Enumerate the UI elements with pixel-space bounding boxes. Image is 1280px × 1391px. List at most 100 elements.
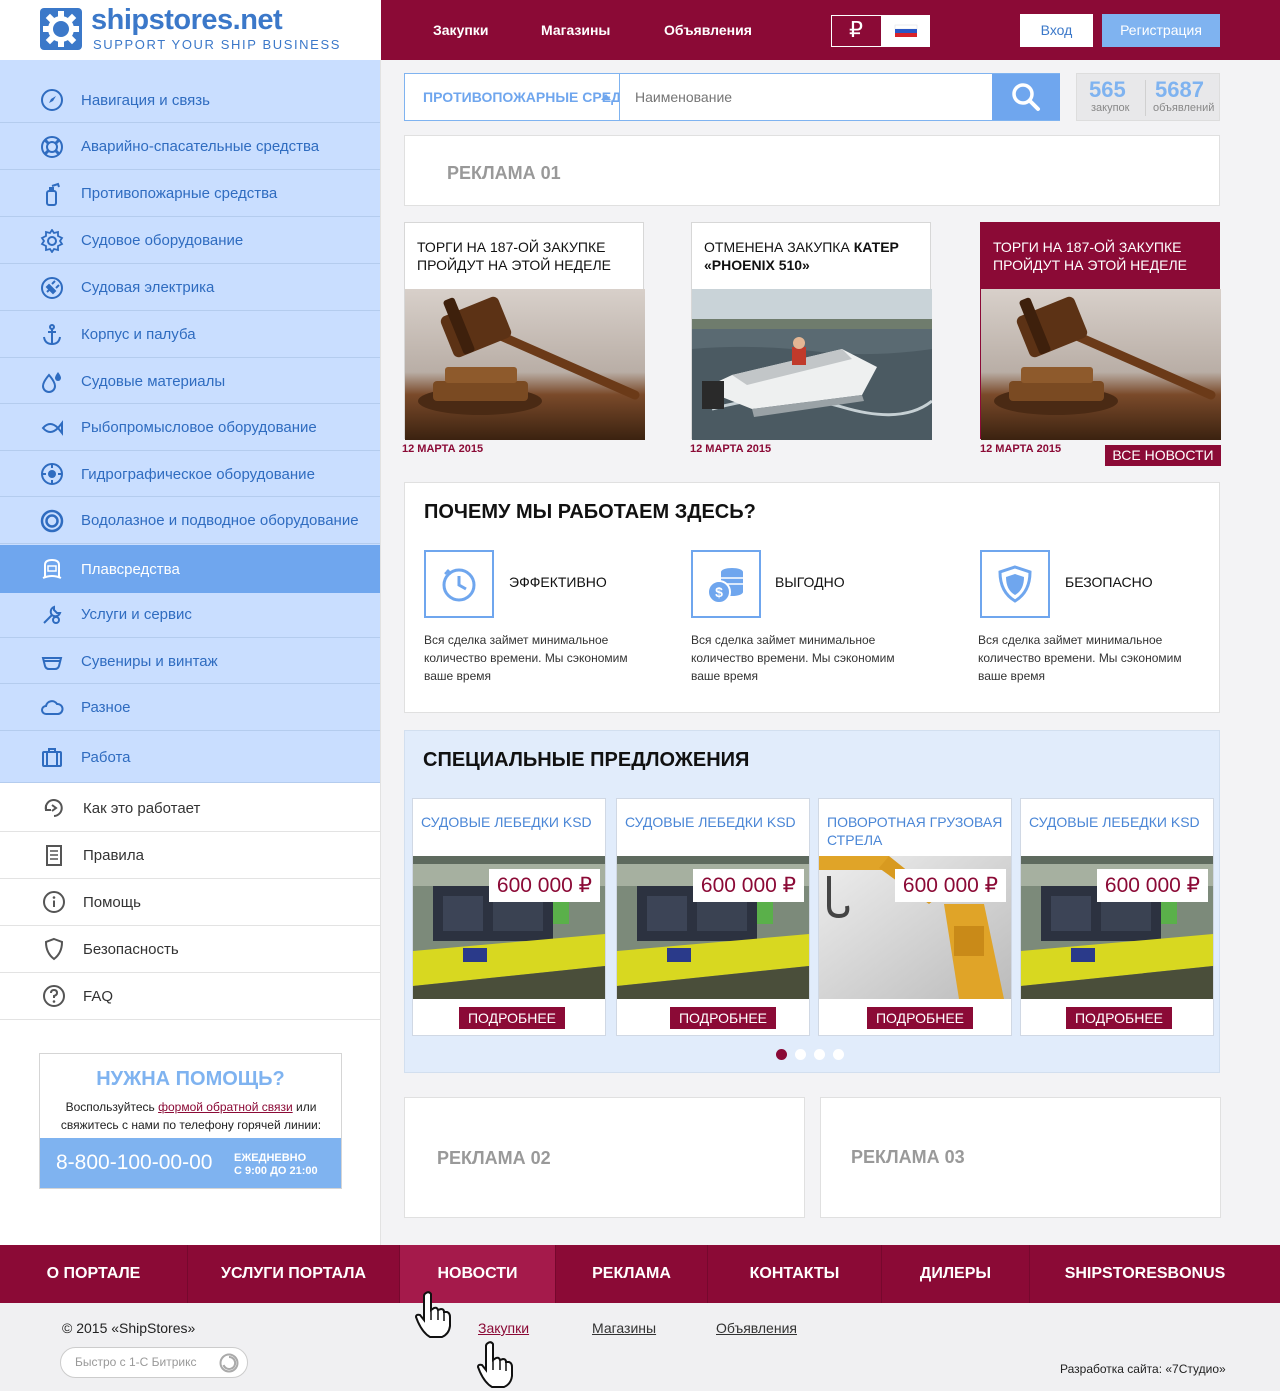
ad-label-2: РЕКЛАМА 02 (437, 1148, 551, 1168)
footer-nav-services[interactable]: УСЛУГИ ПОРТАЛА (188, 1245, 400, 1303)
sidebar-item-12[interactable]: Сувениры и винтаж (0, 639, 380, 684)
topnav-shops[interactable]: Магазины (541, 22, 610, 38)
product-card[interactable]: СУДОВЫЕ ЛЕБЕДКИ KSD 600 000 ₽ ПОДРОБНЕЕ (1020, 798, 1214, 1036)
sidebar-item-2[interactable]: Противопожарные средства (0, 171, 380, 217)
footer-nav-bonus[interactable]: SHIPSTORESBONUS (1030, 1245, 1260, 1303)
hotline-hours: ЕЖЕДНЕВНО С 9:00 ДО 21:00 (234, 1152, 318, 1178)
clock-icon (424, 550, 494, 618)
currency-ruble-button[interactable]: ₽ (831, 15, 881, 47)
hours-line-1: ЕЖЕДНЕВНО (234, 1152, 307, 1164)
sidebar-link-3[interactable]: Безопасность (0, 926, 380, 973)
product-card[interactable]: СУДОВЫЕ ЛЕБЕДКИ KSD 600 000 ₽ ПОДРОБНЕЕ (412, 798, 606, 1036)
search-input[interactable] (621, 74, 991, 120)
carousel-dot-4[interactable] (833, 1049, 844, 1060)
sidebar-item-9[interactable]: Водолазное и подводное оборудование (0, 498, 380, 544)
sidebar-item-10[interactable]: Плавсредства (0, 545, 380, 593)
product-details-button[interactable]: ПОДРОБНЕЕ (670, 1007, 776, 1029)
shield-icon (980, 550, 1050, 618)
gavel-image (981, 289, 1221, 440)
footer-link-purchases[interactable]: Закупки (478, 1320, 529, 1336)
sidebar-link-label: Помощь (83, 893, 141, 911)
footer-nav-advertising[interactable]: РЕКЛАМА (556, 1245, 708, 1303)
topnav-ads[interactable]: Объявления (664, 22, 752, 38)
sidebar-link-0[interactable]: Как это работает (0, 785, 380, 832)
footer-nav-about[interactable]: О ПОРТАЛЕ (0, 1245, 188, 1303)
product-details-button[interactable]: ПОДРОБНЕЕ (1066, 1007, 1172, 1029)
sidebar-item-label: Судовые материалы (81, 372, 226, 390)
plug-icon (40, 276, 64, 300)
search-category-select[interactable]: ПРОТИВОПОЖАРНЫЕ СРЕДСТВА (405, 74, 620, 120)
why-label-profitable: ВЫГОДНО (775, 574, 845, 590)
product-details-button[interactable]: ПОДРОБНЕЕ (459, 1007, 565, 1029)
sidebar-item-5[interactable]: Корпус и палуба (0, 312, 380, 358)
logo-tagline: SUPPORT YOUR SHIP BUSINESS (93, 37, 341, 52)
ad-banner-3[interactable]: РЕКЛАМА 03 (820, 1097, 1221, 1218)
footer-nav-dealers[interactable]: ДИЛЕРЫ (882, 1245, 1030, 1303)
register-button[interactable]: Регистрация (1102, 14, 1220, 47)
search-button[interactable] (992, 74, 1060, 120)
product-details-button[interactable]: ПОДРОБНЕЕ (867, 1007, 973, 1029)
product-card[interactable]: СУДОВЫЕ ЛЕБЕДКИ KSD 600 000 ₽ ПОДРОБНЕЕ (616, 798, 810, 1036)
cycle-icon (42, 796, 66, 820)
russia-flag-icon[interactable] (881, 15, 930, 47)
carousel-dot-3[interactable] (814, 1049, 825, 1060)
sidebar-item-13[interactable]: Разное (0, 685, 380, 731)
fish-icon (40, 416, 64, 440)
product-title[interactable]: СУДОВЫЕ ЛЕБЕДКИ KSD (421, 813, 601, 831)
sidebar-link-1[interactable]: Правила (0, 832, 380, 879)
sidebar-item-8[interactable]: Гидрографическое оборудование (0, 452, 380, 497)
footer-nav-contacts[interactable]: КОНТАКТЫ (708, 1245, 882, 1303)
sidebar-item-label: Работа (81, 748, 131, 766)
ad-banner-2[interactable]: РЕКЛАМА 02 (404, 1097, 805, 1218)
sidebar-link-label: FAQ (83, 987, 114, 1005)
sidebar-item-label: Аварийно-спасательные средства (81, 138, 320, 155)
feedback-form-link[interactable]: формой обратной связи (158, 1100, 293, 1114)
sidebar-item-1[interactable]: Аварийно-спасательные средства (0, 124, 380, 170)
ad-label-3: РЕКЛАМА 03 (851, 1147, 965, 1167)
footer-link-shops[interactable]: Магазины (592, 1320, 656, 1336)
topnav-purchases[interactable]: Закупки (433, 22, 488, 38)
search-bar: ПРОТИВОПОЖАРНЫЕ СРЕДСТВА (404, 73, 1060, 121)
product-title[interactable]: СУДОВЫЕ ЛЕБЕДКИ KSD (625, 813, 805, 831)
news-card-1[interactable]: ТОРГИ НА 187-ОЙ ЗАКУПКЕ ПРОЙДУТ НА ЭТОЙ … (404, 222, 645, 440)
caret-up-icon[interactable] (601, 94, 611, 100)
product-title[interactable]: ПОВОРОТНАЯ ГРУЗОВАЯ СТРЕЛА (827, 813, 1007, 849)
logo-area[interactable]: shipstores.net SUPPORT YOUR SHIP BUSINES… (0, 0, 381, 60)
login-button[interactable]: Вход (1020, 14, 1093, 47)
ad-banner-1[interactable]: РЕКЛАМА 01 (404, 135, 1220, 206)
bitrix-badge[interactable]: Быстро с 1-С Битрикс (60, 1347, 248, 1378)
footer-link-ads[interactable]: Объявления (716, 1320, 797, 1336)
gavel-image (405, 289, 645, 440)
product-price: 600 000 ₽ (1096, 869, 1208, 902)
compass-icon (40, 88, 64, 112)
sidebar-item-3[interactable]: Судовое оборудование (0, 218, 380, 264)
sidebar-item-label: Сувениры и винтаж (81, 652, 218, 670)
sidebar-item-label: Услуги и сервис (81, 606, 192, 623)
sidebar-link-2[interactable]: Помощь (0, 879, 380, 926)
help-text-before: Воспользуйтесь (65, 1100, 159, 1114)
hotline-phone[interactable]: 8-800-100-00-00 (56, 1151, 212, 1175)
product-title[interactable]: СУДОВЫЕ ЛЕБЕДКИ KSD (1029, 813, 1209, 831)
cloud-icon (40, 696, 64, 720)
sidebar-item-4[interactable]: Судовая электрика (0, 265, 380, 311)
all-news-button[interactable]: ВСЕ НОВОСТИ (1105, 445, 1221, 466)
sidebar-item-11[interactable]: Услуги и сервис (0, 592, 380, 638)
sidebar-item-label: Водолазное и подводное оборудование (81, 512, 359, 529)
sidebar-item-0[interactable]: Навигация и связь (0, 78, 380, 123)
news-card-3-highlighted[interactable]: ТОРГИ НА 187-ОЙ ЗАКУПКЕ ПРОЙДУТ НА ЭТОЙ … (980, 222, 1221, 440)
sidebar-item-label: Судовая электрика (81, 279, 215, 296)
lifebuoy-icon (40, 135, 64, 159)
sidebar-item-label: Навигация и связь (81, 91, 210, 109)
sidebar-item-7[interactable]: Рыбопромысловое оборудование (0, 405, 380, 451)
carousel-dot-2[interactable] (795, 1049, 806, 1060)
logo-gear-icon (40, 8, 82, 50)
news-card-2[interactable]: ОТМЕНЕНА ЗАКУПКА КАТЕР «PHOENIX 510» (691, 222, 932, 440)
wrench-icon (40, 603, 64, 627)
motorboat-image (692, 289, 932, 440)
search-icon (1012, 83, 1040, 111)
product-card[interactable]: ПОВОРОТНАЯ ГРУЗОВАЯ СТРЕЛА 600 000 ₽ ПОД… (818, 798, 1012, 1036)
sidebar-item-6[interactable]: Судовые материалы (0, 359, 380, 404)
sidebar-item-14[interactable]: Работа (0, 732, 380, 783)
carousel-dot-1[interactable] (776, 1049, 787, 1060)
sidebar-link-4[interactable]: FAQ (0, 973, 380, 1020)
